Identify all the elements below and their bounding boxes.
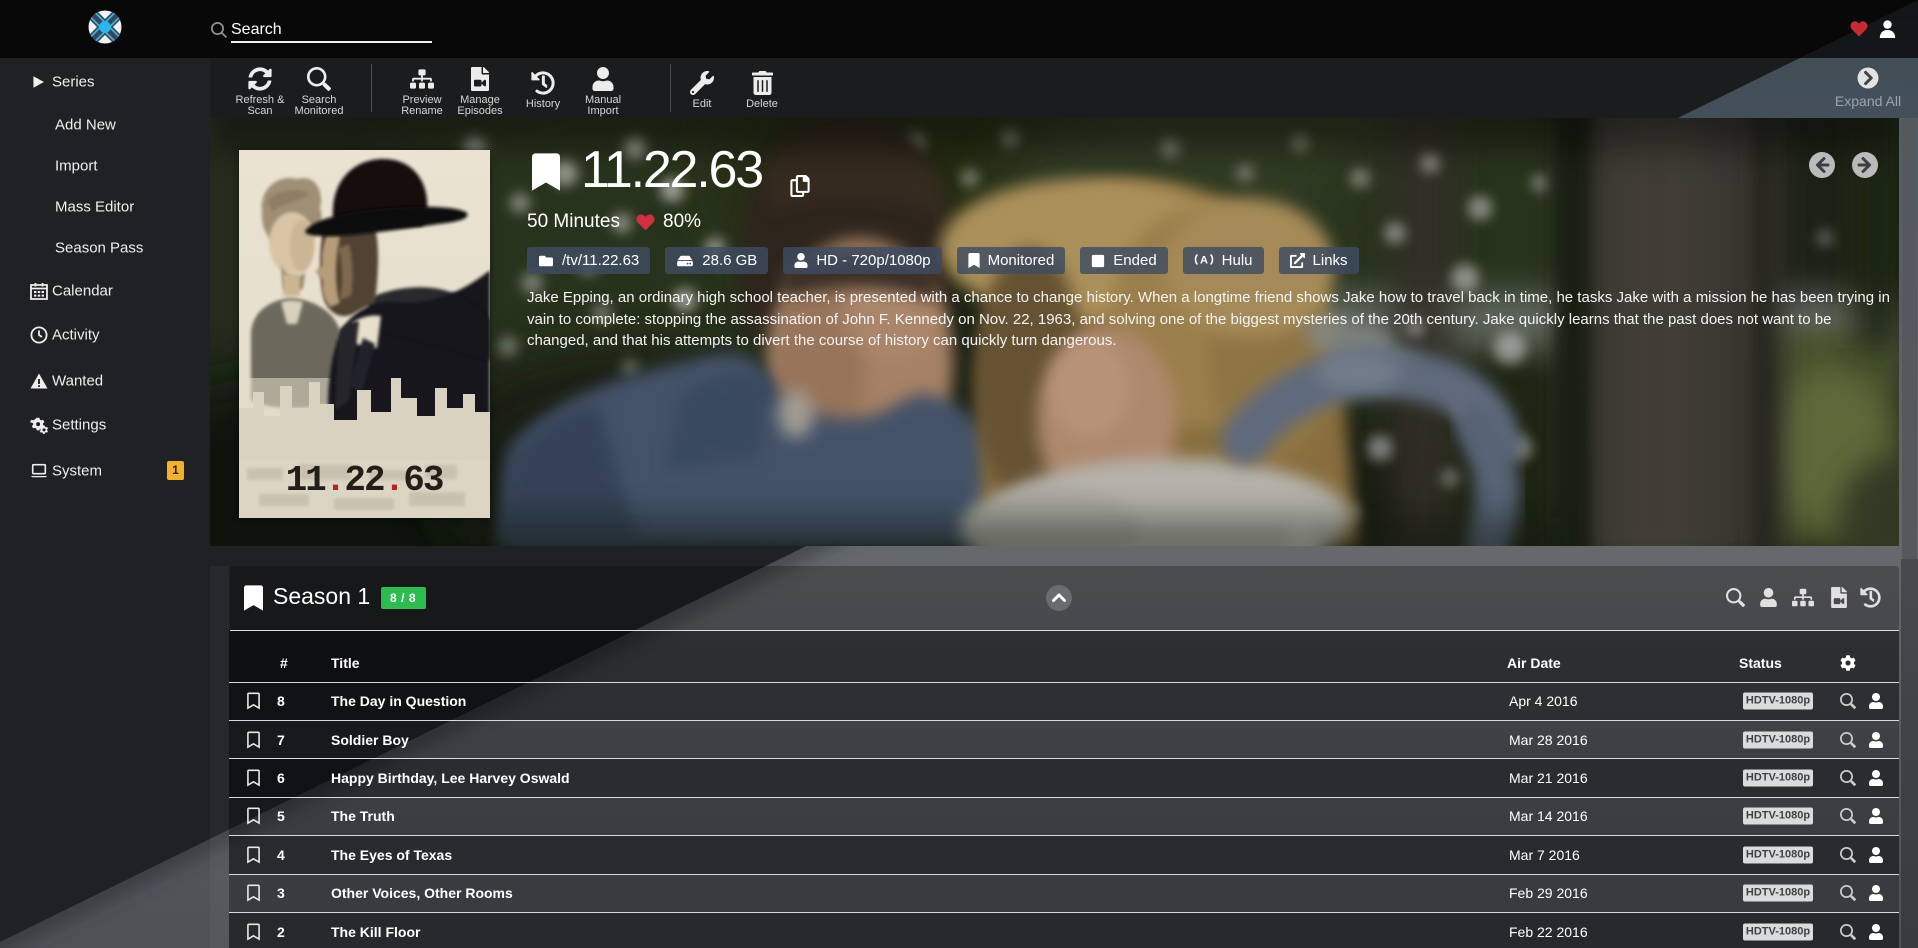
svg-text:11.22.63: 11.22.63 bbox=[286, 460, 443, 501]
svg-text:A: A bbox=[1200, 255, 1208, 267]
